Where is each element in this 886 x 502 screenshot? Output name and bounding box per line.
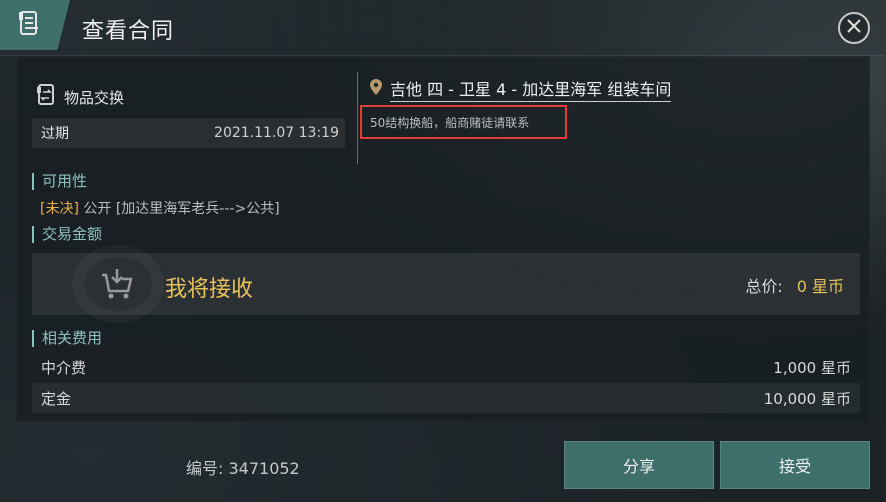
contract-type-label: 物品交换 [64, 88, 125, 107]
map-pin-icon [370, 79, 382, 99]
availability-status: [未决] [40, 201, 79, 217]
page-title: 查看合同 [82, 19, 175, 44]
fee-value: 10,000 星币 [763, 389, 851, 408]
contract-type: 物品交换 [36, 84, 124, 110]
receive-bar: 我将接收 总价: 0 星币 [32, 245, 860, 323]
fee-row-deposit: 定金 10,000 星币 [32, 383, 860, 413]
location-text: 吉他 四 - 卫星 4 - 加达里海军 组装车间 [390, 76, 672, 102]
close-icon [846, 18, 862, 38]
location-link[interactable]: 吉他 四 - 卫星 4 - 加达里海军 组装车间 [370, 76, 672, 102]
header-bar: 查看合同 [0, 0, 886, 56]
expire-value: 2021.11.07 13:19 [214, 125, 339, 141]
total-label: 总价: [745, 277, 783, 296]
cart-download-icon [100, 267, 134, 305]
vertical-divider [357, 72, 358, 164]
close-button[interactable] [838, 12, 870, 44]
contract-id: 编号: 3471052 [186, 459, 300, 478]
fee-value: 1,000 星币 [773, 358, 851, 377]
contract-note-text: 50结构换船，船商赌徒请联系 [370, 115, 530, 130]
trade-amount-section-label: 交易金额 [32, 226, 102, 243]
fee-label: 中介费 [41, 358, 87, 377]
expire-label: 过期 [41, 126, 69, 142]
fee-row-broker: 中介费 1,000 星币 [32, 352, 860, 382]
receive-label: 我将接收 [165, 277, 254, 302]
header-badge [0, 0, 70, 50]
availability-section-label: 可用性 [32, 173, 87, 190]
fee-label: 定金 [41, 389, 72, 408]
total-value: 0 星币 [796, 277, 844, 296]
item-exchange-icon [36, 84, 56, 110]
availability-line: [未决] 公开 [加达里海军老兵--->公共] [40, 198, 280, 218]
availability-detail: 公开 [加达里海军老兵--->公共] [83, 201, 280, 217]
contract-note: 50结构换船，船商赌徒请联系 [360, 105, 567, 139]
share-button[interactable]: 分享 [564, 441, 714, 489]
accept-button[interactable]: 接受 [720, 441, 870, 489]
total-price: 总价: 0 星币 [745, 273, 844, 297]
contract-scroll-icon [16, 9, 42, 41]
expiration-row: 过期 2021.11.07 13:19 [32, 118, 345, 148]
fees-section-label: 相关费用 [32, 330, 102, 347]
